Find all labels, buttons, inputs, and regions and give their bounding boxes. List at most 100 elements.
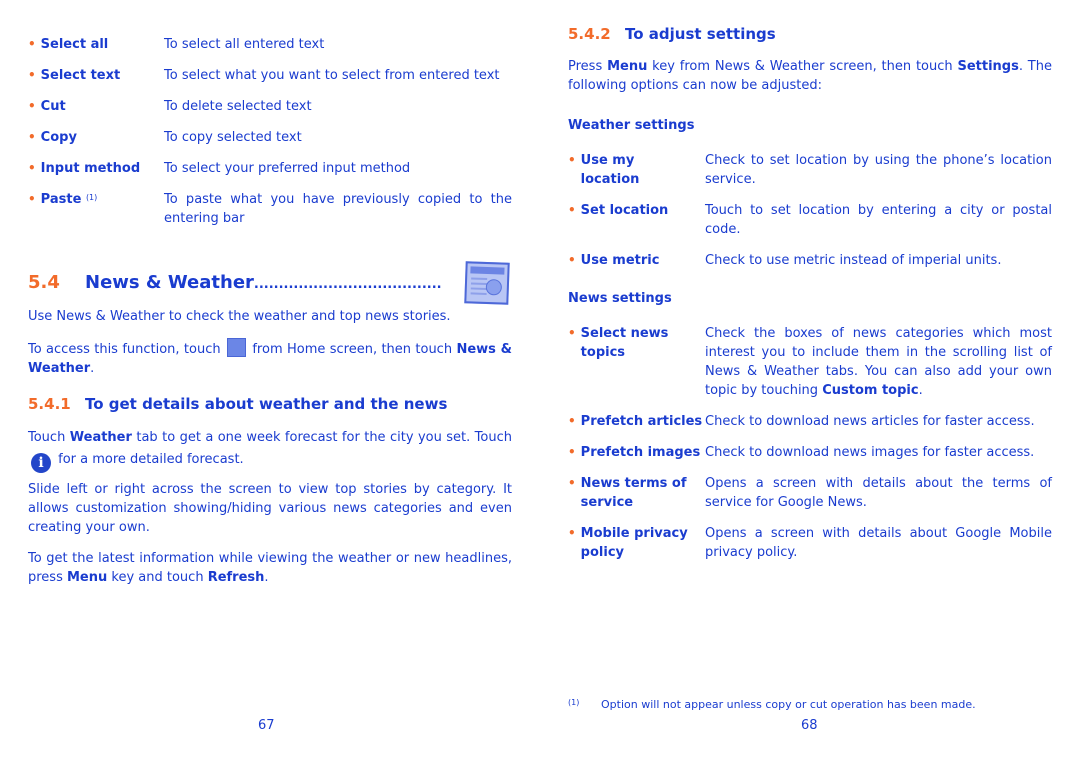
setting-desc: Opens a screen with details about the te… — [705, 476, 1052, 510]
option-desc: To select your preferred input method — [164, 161, 411, 176]
option-desc: To select what you want to select from e… — [164, 68, 500, 83]
setting-row: • Set location Touch to set location by e… — [568, 201, 1052, 241]
option-term-label: Input method — [40, 161, 141, 176]
bullet-icon: • — [568, 445, 576, 459]
weather-settings-heading: Weather settings — [568, 118, 695, 133]
setting-desc: Check to use metric instead of imperial … — [705, 253, 1002, 268]
setting-row: • News terms of service Opens a screen wi… — [568, 474, 1052, 514]
intro-paragraph: Use News & Weather to check the weather … — [28, 309, 451, 324]
subsection-number: 5.4.1 — [28, 395, 71, 413]
bullet-icon: • — [28, 192, 36, 206]
bullet-icon: • — [568, 203, 576, 217]
news-settings-heading: News settings — [568, 291, 672, 306]
footnote-text: Option will not appear unless copy or cu… — [601, 698, 976, 711]
page-number: 68 — [801, 718, 818, 733]
section-number: 5.4 — [28, 272, 60, 293]
setting-row: • Mobile privacy policy Opens a screen wi… — [568, 524, 1052, 564]
setting-row: • Use my location Check to set location b… — [568, 151, 1052, 191]
bullet-icon: • — [28, 161, 36, 175]
subsection-title: To adjust settings — [625, 25, 776, 43]
setting-term-label: Prefetch articles — [580, 414, 703, 429]
refresh-paragraph: To get the latest information while view… — [28, 549, 512, 587]
setting-term-label: Mobile privacy policy — [580, 526, 688, 560]
text: from Home screen, then touch — [252, 342, 453, 357]
footnote-ref: (1) — [85, 193, 98, 202]
settings-label: Settings — [957, 59, 1019, 74]
subsection-heading: 5.4.1 To get details about weather and th… — [28, 395, 447, 413]
setting-term-label: Use my location — [580, 153, 640, 187]
setting-row: • Select news topics Check the boxes of n… — [568, 324, 1052, 404]
bullet-icon: • — [28, 37, 36, 51]
option-term-label: Select all — [40, 37, 109, 52]
access-paragraph: To access this function, touch from Home… — [28, 338, 512, 378]
text: for a more detailed forecast. — [58, 452, 244, 467]
setting-desc: Check to download news images for faster… — [705, 445, 1035, 460]
menu-key-label: Menu — [67, 570, 108, 585]
option-term: • Select all — [28, 35, 108, 54]
section-title: News & Weather — [85, 272, 254, 293]
option-desc: To paste what you have previously copied… — [164, 192, 512, 226]
info-icon: i — [31, 453, 51, 473]
subsection-title: To get details about weather and the new… — [85, 395, 448, 413]
setting-desc: Check the boxes of news categories which… — [705, 324, 1052, 400]
option-desc: To copy selected text — [164, 130, 302, 145]
google-news-icon — [464, 261, 510, 305]
bullet-icon: • — [568, 153, 576, 167]
option-term-label: Cut — [40, 99, 66, 114]
text: . — [264, 570, 269, 585]
bullet-icon: • — [568, 253, 576, 267]
page-number: 67 — [258, 718, 275, 733]
setting-term-label: Select news topics — [580, 326, 669, 360]
option-term: • Paste (1) — [28, 190, 97, 209]
option-desc: To delete selected text — [164, 99, 312, 114]
text: tab to get a one week forecast for the c… — [136, 430, 512, 445]
weather-tab-label: Weather — [69, 430, 132, 445]
option-term-label: Select text — [40, 68, 121, 83]
setting-term: • News terms of service — [568, 474, 703, 512]
custom-topic-label: Custom topic — [822, 383, 919, 398]
option-term-label: Paste — [40, 192, 82, 207]
text: Touch — [28, 430, 66, 445]
option-term-label: Copy — [40, 130, 77, 145]
option-term: • Cut — [28, 97, 66, 116]
bullet-icon: • — [568, 526, 576, 540]
bullet-icon: • — [28, 68, 36, 82]
bullet-icon: • — [568, 326, 576, 340]
option-term: • Input method — [28, 159, 140, 178]
setting-term-label: Prefetch images — [580, 445, 701, 460]
text: . — [90, 361, 95, 376]
text: key from News & Weather screen, then tou… — [652, 59, 953, 74]
setting-desc: Touch to set location by entering a city… — [705, 203, 1052, 237]
option-row: • Paste (1) To paste what you have previo… — [28, 190, 512, 230]
option-desc: To select all entered text — [164, 37, 325, 52]
app-grid-icon — [226, 338, 246, 357]
settings-intro: Press Menu key from News & Weather scree… — [568, 57, 1052, 95]
slide-paragraph: Slide left or right across the screen to… — [28, 482, 512, 535]
bullet-icon: • — [568, 476, 576, 490]
option-term: • Copy — [28, 128, 77, 147]
subsection-heading: 5.4.2 To adjust settings — [568, 25, 776, 43]
setting-desc: Check to set location by using the phone… — [705, 153, 1052, 187]
footnote-mark: (1) — [568, 698, 580, 707]
setting-term-label: Use metric — [580, 253, 660, 268]
option-term: • Select text — [28, 66, 120, 85]
setting-desc: Check to download news articles for fast… — [705, 414, 1035, 429]
weather-paragraph: Touch Weather tab to get a one week fore… — [28, 427, 512, 473]
refresh-label: Refresh — [207, 570, 265, 585]
text: Press — [568, 59, 603, 74]
setting-term-label: News terms of service — [580, 476, 687, 510]
setting-term: • Select news topics — [568, 324, 703, 362]
setting-term: • Set location — [568, 201, 703, 220]
setting-term: • Prefetch images — [568, 443, 708, 462]
text: key and touch — [111, 570, 204, 585]
setting-term: • Use metric — [568, 251, 703, 270]
section-heading: 5.4 News & Weather.......................… — [28, 272, 442, 293]
setting-term: • Mobile privacy policy — [568, 524, 703, 562]
text: To access this function, touch — [28, 342, 221, 357]
bullet-icon: • — [28, 99, 36, 113]
subsection-number: 5.4.2 — [568, 25, 611, 43]
bullet-icon: • — [28, 130, 36, 144]
setting-term: • Prefetch articles — [568, 412, 708, 431]
bullet-icon: • — [568, 414, 576, 428]
setting-desc: Opens a screen with details about Google… — [705, 526, 1052, 560]
